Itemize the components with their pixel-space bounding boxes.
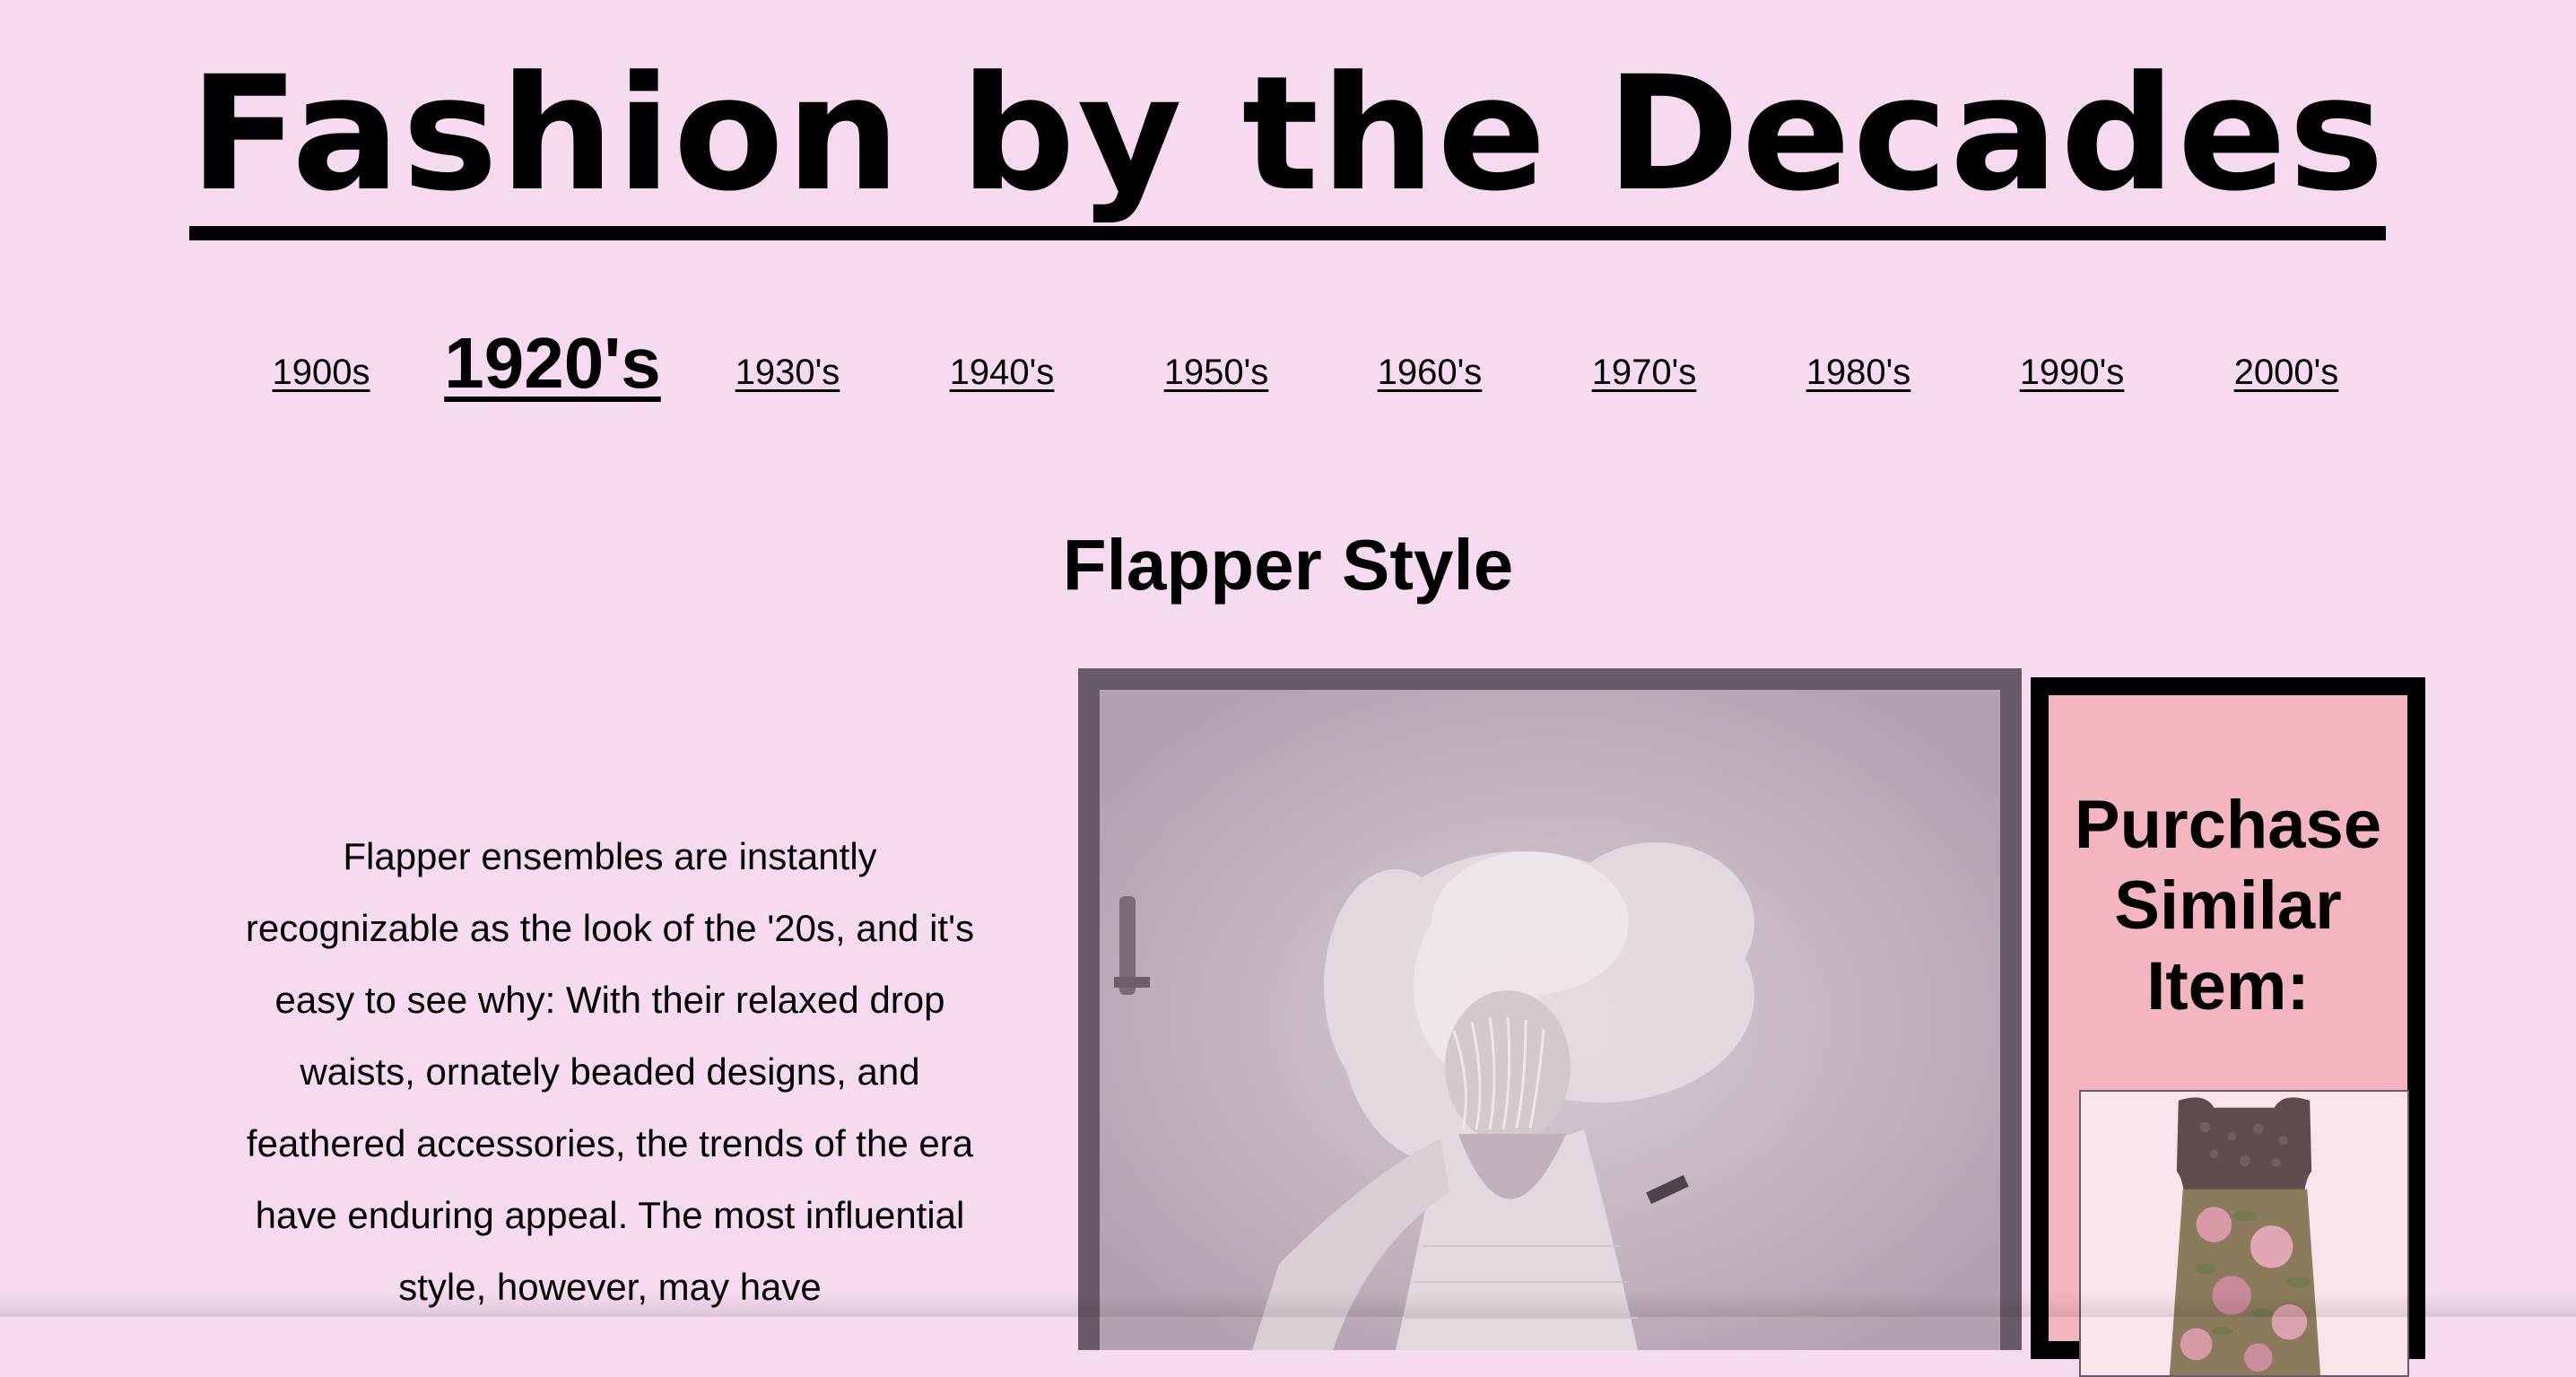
section-heading: Flapper Style xyxy=(1062,525,1514,605)
flapper-photo-illustration xyxy=(1100,690,2000,1350)
nav-link-1950s[interactable]: 1950's xyxy=(1164,345,1269,399)
nav-link-2000s[interactable]: 2000's xyxy=(2234,345,2339,399)
nav-link-1940s[interactable]: 1940's xyxy=(950,345,1055,399)
purchase-panel: Purchase Similar Item: xyxy=(2031,677,2425,1377)
nav-link-1970s[interactable]: 1970's xyxy=(1592,345,1697,399)
product-image-link[interactable] xyxy=(2079,1090,2409,1377)
nav-link-1920s[interactable]: 1920's xyxy=(444,318,660,408)
flapper-photo xyxy=(1100,690,2000,1350)
nav-link-1980s[interactable]: 1980's xyxy=(1806,345,1911,399)
site-title-text: Fashion by the Decades xyxy=(189,45,2387,240)
nav-link-1990s[interactable]: 1990's xyxy=(2020,345,2125,399)
nav-link-1900s[interactable]: 1900s xyxy=(273,345,370,399)
photo-frame xyxy=(1078,668,2022,1350)
site-title: Fashion by the Decades xyxy=(0,36,2576,240)
nav-link-1930s[interactable]: 1930's xyxy=(735,345,840,399)
nav-link-1960s[interactable]: 1960's xyxy=(1378,345,1483,399)
decade-nav: 1900s 1920's 1930's 1940's 1950's 1960's… xyxy=(0,318,2576,408)
style-description: Flapper ensembles are instantly recogniz… xyxy=(245,835,975,1308)
floral-dress-image xyxy=(2081,1092,2407,1375)
purchase-title: Purchase Similar Item: xyxy=(2074,787,2382,1024)
